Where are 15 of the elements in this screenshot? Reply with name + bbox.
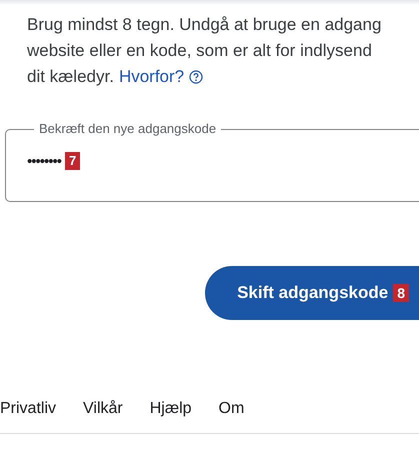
footer-link[interactable]: Om [218, 400, 244, 433]
number-badge: 7 [65, 152, 80, 170]
password-field[interactable]: Bekræft den nye adgangskode •••••••• 7 [5, 121, 419, 202]
footer-link[interactable]: Privatliv [0, 400, 56, 433]
help-text: dit kæledyr. [27, 66, 114, 88]
help-text: Brug mindst 8 tegn. Undgå at bruge en adgang [27, 14, 382, 36]
why-link[interactable]: Hvorfor? [118, 64, 184, 90]
footer-link[interactable]: Hjælp [150, 400, 192, 433]
password-value: •••••••• [27, 152, 62, 170]
footer-link[interactable]: Vilkår [83, 400, 123, 433]
change-password-button[interactable]: Skift adgangskode 8 [205, 266, 419, 320]
help-icon[interactable] [189, 70, 204, 84]
help-text: website eller en kode, som er alt for indlysend [27, 40, 373, 62]
field-label: Bekræft den nye adgangskode [38, 121, 218, 137]
number-badge: 8 [393, 284, 409, 302]
